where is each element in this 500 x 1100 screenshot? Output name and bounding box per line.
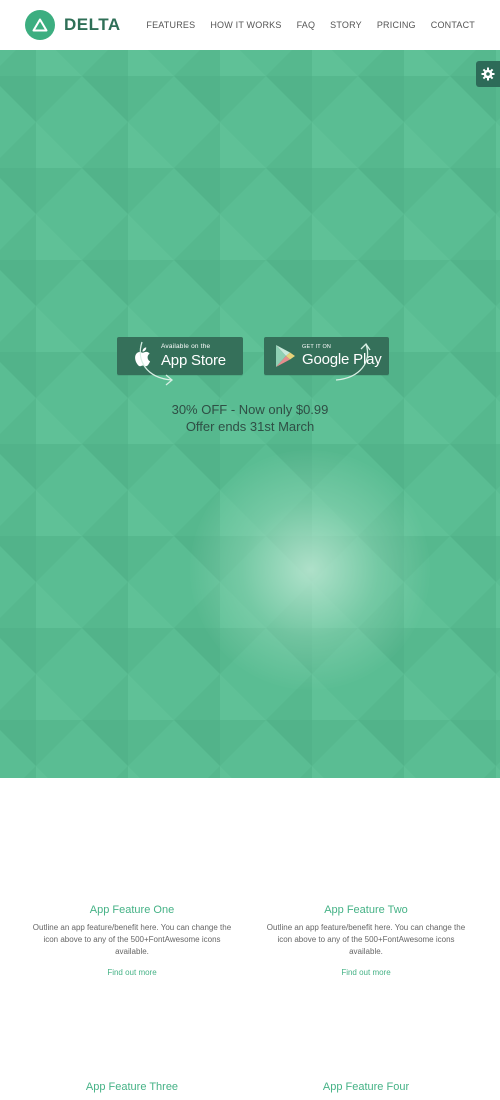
curved-arrow-icon (335, 342, 371, 381)
features-section: App Feature One Outline an app feature/b… (0, 778, 500, 1100)
gear-icon (481, 67, 495, 81)
feature-title: App Feature One (89, 904, 175, 916)
feature-title: App Feature Two (324, 904, 408, 916)
brand-name: DELTA (64, 15, 121, 34)
feature-card: App Feature Three (32, 1081, 232, 1093)
nav-pricing[interactable]: PRICING (377, 20, 416, 30)
feature-card: App Feature Four (266, 1081, 466, 1093)
curved-arrow-icon (139, 341, 174, 386)
nav-story[interactable]: STORY (330, 20, 362, 30)
offer-deadline: Offer ends 31st March (185, 419, 315, 434)
nav-contact[interactable]: CONTACT (431, 20, 475, 30)
feature-card: App Feature One Outline an app feature/b… (32, 904, 232, 980)
site-header: DELTA FEATURES HOW IT WORKS FAQ STORY PR… (0, 0, 500, 50)
feature-description: Outline an app feature/benefit here. You… (32, 923, 232, 956)
feature-description: Outline an app feature/benefit here. You… (266, 923, 466, 956)
find-out-more-link[interactable]: Find out more (107, 968, 156, 977)
feature-title: App Feature Four (322, 1081, 410, 1093)
nav-features[interactable]: FEATURES (146, 20, 195, 30)
feature-card: App Feature Two Outline an app feature/b… (266, 904, 466, 980)
brand-logo[interactable]: DELTA (25, 10, 121, 40)
find-out-more-link[interactable]: Find out more (341, 968, 390, 977)
google-play-icon (274, 344, 296, 368)
triangle-logo-icon (25, 10, 55, 40)
nav-faq[interactable]: FAQ (297, 20, 316, 30)
feature-title: App Feature Three (85, 1081, 179, 1093)
offer-text: 30% OFF - Now only $0.99 Offer ends 31st… (0, 401, 500, 435)
hero-section: Available on the App Store GET IT ON Goo… (0, 50, 500, 778)
nav-how-it-works[interactable]: HOW IT WORKS (210, 20, 281, 30)
hero-glow (190, 450, 430, 690)
offer-price: 30% OFF - Now only $0.99 (171, 402, 329, 417)
settings-button[interactable] (476, 61, 500, 87)
main-nav: FEATURES HOW IT WORKS FAQ STORY PRICING … (131, 0, 475, 50)
